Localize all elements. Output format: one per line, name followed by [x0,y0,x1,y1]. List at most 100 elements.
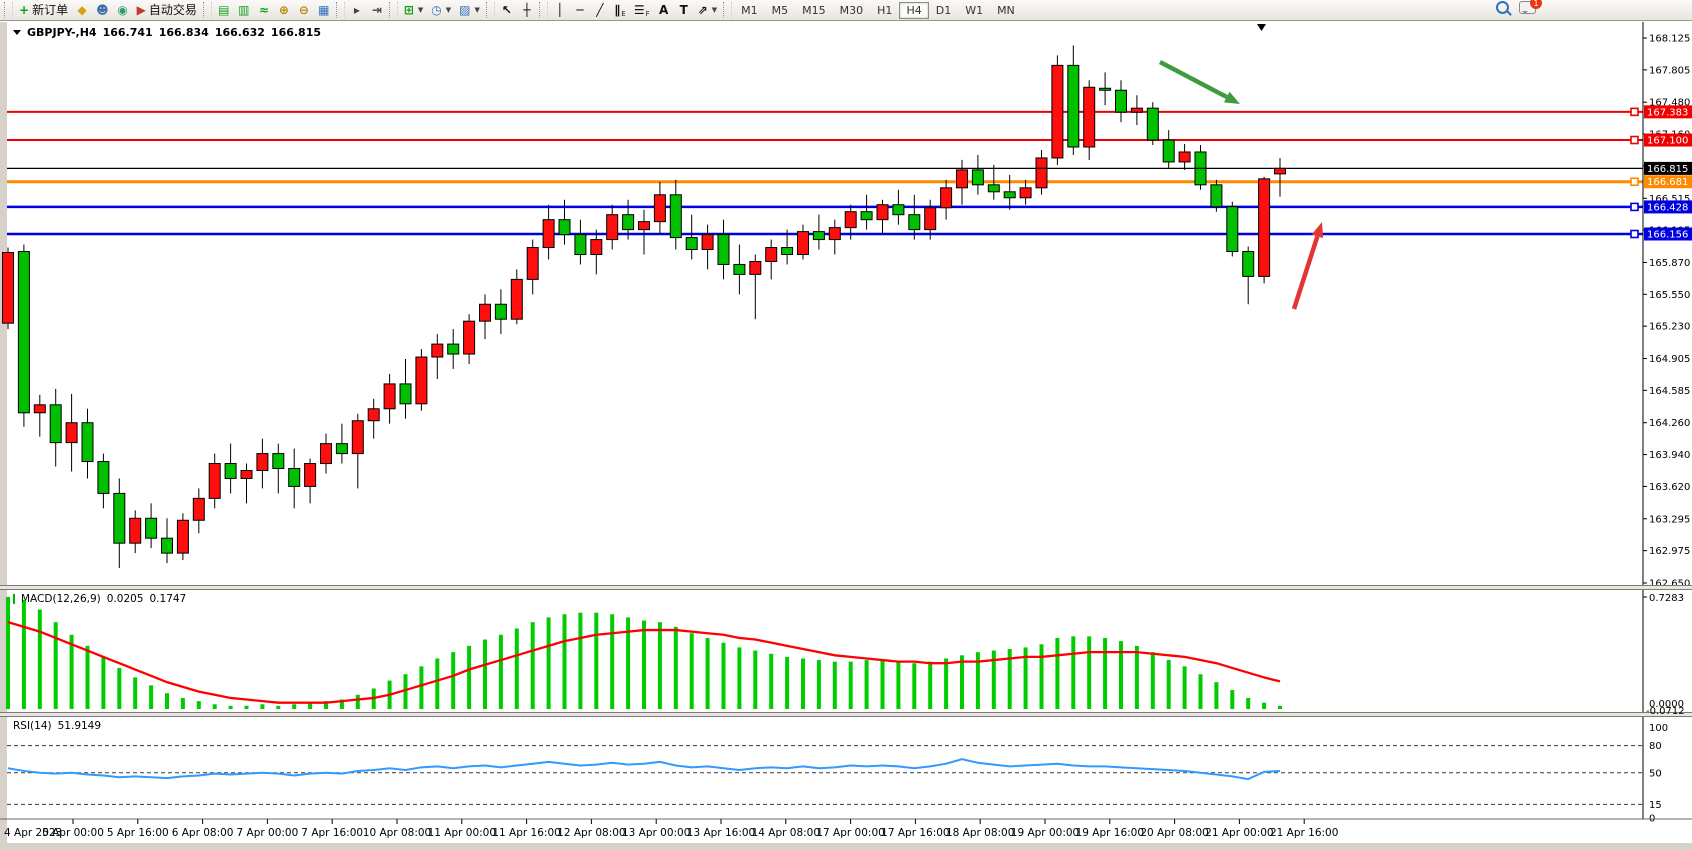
cursor-button[interactable]: ↖ [497,1,517,19]
new-chart-button[interactable]: ⊞▼ [400,1,427,19]
auto-scroll-icon: ▸ [354,4,360,16]
svg-text:21 Apr 00:00: 21 Apr 00:00 [1205,827,1273,839]
symbol-period: GBPJPY-,H4 [27,26,97,39]
crosshair-button[interactable]: ┼ [517,1,537,19]
text-button[interactable]: A [654,1,674,19]
timeframe-w1-button[interactable]: W1 [958,2,990,19]
candlestick-chart-button[interactable]: ▥ [234,1,254,19]
toolbar-separator [203,2,212,18]
svg-text:7 Apr 00:00: 7 Apr 00:00 [237,827,299,839]
rsi-value: 51.9149 [58,720,101,732]
zoom-in-button[interactable]: ⊕ [274,1,294,19]
macd-main-value: 0.0205 [107,593,144,605]
svg-text:166.815: 166.815 [1647,164,1688,175]
line-chart-button[interactable]: ≈ [254,1,274,19]
search-icon[interactable] [1496,1,1509,14]
auto-trading-button-label: 自动交易 [149,4,197,16]
trendline-button[interactable]: ╱ [590,1,610,19]
timeframe-h1-button[interactable]: H1 [870,2,899,19]
window-left-border [0,22,7,850]
symbol-dropdown-icon[interactable] [13,30,21,39]
svg-text:10 Apr 08:00: 10 Apr 08:00 [363,827,431,839]
periods-icon: ◷ [431,4,441,16]
svg-text:12 Apr 08:00: 12 Apr 08:00 [557,827,625,839]
auto-trading-button[interactable]: ▶自动交易 [133,1,201,19]
toolbar-separator [723,2,732,18]
horizontal-line-button[interactable]: ─ [570,1,590,19]
chart-symbol-title: GBPJPY-,H4 166.741 166.834 166.632 166.8… [13,26,321,39]
timeframe-mn-button[interactable]: MN [990,2,1022,19]
svg-text:166.428: 166.428 [1647,202,1688,213]
svg-text:21 Apr 16:00: 21 Apr 16:00 [1270,827,1338,839]
svg-text:50: 50 [1649,768,1662,779]
toolbar-right-group: 1 [1496,1,1536,14]
candlestick-chart-icon: ▥ [238,4,249,16]
notification-badge: 1 [1530,0,1542,9]
rsi-indicator-label: RSI(14) 51.9149 [13,720,101,732]
svg-text:17 Apr 16:00: 17 Apr 16:00 [881,827,949,839]
timeframe-m5-button[interactable]: M5 [765,2,796,19]
svg-text:11 Apr 16:00: 11 Apr 16:00 [492,827,560,839]
timeframe-m15-button[interactable]: M15 [795,2,833,19]
toolbar-separator [486,2,495,18]
timeframe-m1-button[interactable]: M1 [734,2,765,19]
periods-button[interactable]: ◷▼ [427,1,455,19]
vertical-line-button[interactable]: │ [550,1,570,19]
svg-text:165.230: 165.230 [1649,322,1690,333]
dropdown-caret-icon: ▼ [475,7,480,14]
svg-text:163.940: 163.940 [1649,450,1690,461]
market-watch-button[interactable]: ☻ [92,1,113,19]
bar-chart-button[interactable]: ▤ [214,1,234,19]
text-label-button[interactable]: T [674,1,694,19]
crosshair-icon: ┼ [523,4,530,16]
svg-text:164.585: 164.585 [1649,386,1690,397]
zoom-in-icon: ⊕ [279,4,289,16]
signals-button[interactable]: ◉ [113,1,133,19]
level-handle[interactable] [1631,108,1638,115]
svg-text:7 Apr 16:00: 7 Apr 16:00 [301,827,363,839]
macd-name: MACD(12,26,9) [21,593,101,605]
svg-text:162.975: 162.975 [1649,546,1690,557]
svg-text:80: 80 [1649,741,1662,752]
templates-icon: ▨ [459,4,470,16]
auto-scroll-button[interactable]: ▸ [347,1,367,19]
low-value: 166.632 [215,26,265,39]
dropdown-caret-icon: ▼ [712,7,717,14]
svg-text:5 Apr 16:00: 5 Apr 16:00 [107,827,169,839]
svg-text:163.620: 163.620 [1649,482,1690,493]
trendline-icon: ╱ [596,4,603,16]
timeframe-m30-button[interactable]: M30 [833,2,871,19]
fibonacci-icon: ☰ [634,4,645,16]
new-chart-icon: ⊞ [404,4,414,16]
zoom-out-icon: ⊖ [299,4,309,16]
svg-text:15: 15 [1649,800,1662,811]
chart-profile-button[interactable]: ◆ [72,1,92,19]
equidistant-channel-button[interactable]: ∥E [610,1,630,19]
timeframe-d1-button[interactable]: D1 [929,2,958,19]
new-order-button[interactable]: +新订单 [15,1,72,19]
rsi-name: RSI(14) [13,720,52,732]
new-order-icon: + [19,4,29,16]
templates-button[interactable]: ▨▼ [455,1,484,19]
level-handle[interactable] [1631,137,1638,144]
tile-windows-button[interactable]: ▦ [314,1,334,19]
toolbar-separator [539,2,548,18]
svg-text:14 Apr 08:00: 14 Apr 08:00 [752,827,820,839]
zoom-out-button[interactable]: ⊖ [294,1,314,19]
chart-shift-button[interactable]: ⇥ [367,1,387,19]
fibonacci-button[interactable]: ☰F [630,1,654,19]
svg-text:5 Apr 00:00: 5 Apr 00:00 [42,827,104,839]
level-handle[interactable] [1631,203,1638,210]
svg-text:17 Apr 00:00: 17 Apr 00:00 [816,827,884,839]
chat-icon[interactable]: 1 [1519,1,1536,14]
chart-canvas[interactable]: 168.125167.805167.480167.160166.840166.5… [0,0,1692,850]
close-value: 166.815 [271,26,321,39]
timeframe-h4-button[interactable]: H4 [899,2,928,19]
svg-text:20 Apr 08:00: 20 Apr 08:00 [1140,827,1208,839]
level-handle[interactable] [1631,178,1638,185]
svg-text:166.681: 166.681 [1647,177,1688,188]
svg-text:167.805: 167.805 [1649,65,1690,76]
level-handle[interactable] [1631,230,1638,237]
bar-chart-icon: ▤ [218,4,229,16]
arrows-tool-button[interactable]: ⇗▼ [694,1,721,19]
